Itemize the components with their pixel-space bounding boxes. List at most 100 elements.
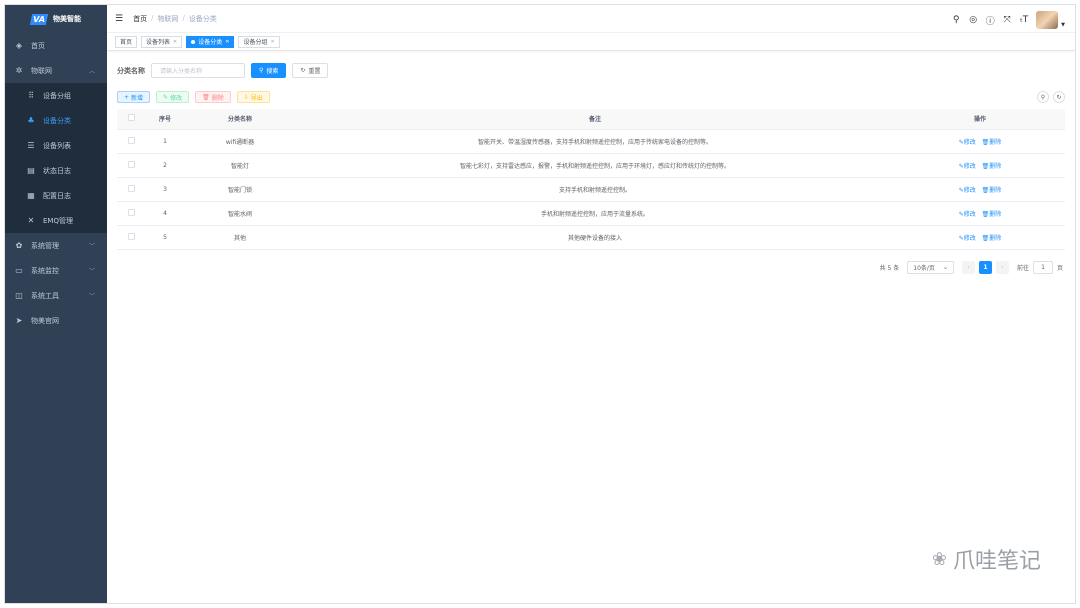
sidebar-item-website[interactable]: ➤ 物美官网 [5,308,107,333]
table-row[interactable]: 1 wifi通断器 智能开关、带温湿度传感器，支持手机和射频遥控控制，应用于传统… [117,129,1065,154]
row-select-cell[interactable] [117,201,145,226]
close-icon[interactable]: ✕ [270,39,274,45]
gear-icon: ✿ [15,241,23,250]
checkbox[interactable] [127,160,135,168]
table-row[interactable]: 5 其他 其他硬件设备的接入 ✎修改 🗑删除 [117,225,1065,250]
row-delete-link[interactable]: 🗑删除 [982,163,1002,170]
sidebar-item-system-tools[interactable]: ◫ 系统工具 ﹀ [5,283,107,308]
close-icon[interactable]: ✕ [225,39,229,45]
export-button-label: 导出 [250,94,263,102]
sidebar-item-config-log[interactable]: ▦ 配置日志 [5,183,107,208]
table-row[interactable]: 4 智能水阀 手机和射频遥控控制，应用于流量系统。 ✎修改 🗑删除 [117,201,1065,226]
search-button[interactable]: ⚲ 搜索 [251,63,287,78]
checkbox[interactable] [127,114,135,122]
row-delete-label: 删除 [989,234,1002,242]
toolbar: + 新增 ✎ 修改 🗑 删除 ⇩ 导出 [117,91,270,103]
breadcrumb-item[interactable]: 首页 [133,14,147,24]
send-icon: ➤ [15,316,23,325]
checkbox[interactable] [127,232,135,240]
sidebar-item-device-category[interactable]: ♣ 设备分类 [5,108,107,133]
sidebar-item-system-monitor[interactable]: ▭ 系统监控 ﹀ [5,258,107,283]
delete-button-label: 删除 [211,94,224,102]
edit-button-label: 修改 [170,94,183,102]
next-page-button[interactable]: › [995,261,1009,274]
add-button-label: 新增 [131,94,144,102]
tag-label: 设备分组 [243,39,268,46]
sidebar-item-device-list[interactable]: ☰ 设备列表 [5,133,107,158]
row-delete-link[interactable]: 🗑删除 [982,235,1002,242]
github-icon[interactable]: ◎ [968,15,978,25]
sidebar-item-emq[interactable]: ✕ EMQ管理 [5,208,107,233]
iot-icon: ✲ [15,66,23,75]
sidebar-item-device-group[interactable]: ⠿ 设备分组 [5,83,107,108]
row-edit-link[interactable]: ✎修改 [959,211,976,218]
export-button[interactable]: ⇩ 导出 [236,91,270,103]
row-edit-link[interactable]: ✎修改 [959,139,976,146]
breadcrumb-item: 物联网 [157,14,179,23]
tag-label: 首页 [120,39,133,46]
toggle-search-icon[interactable]: ⚲ [1037,91,1049,103]
category-table: 序号 分类名称 备注 操作 1 wifi通断器 智能开关、带温湿度传感器，支持手… [117,109,1065,250]
category-name-input[interactable]: 请输入分类名称 [151,63,245,78]
emq-icon: ✕ [27,216,35,225]
table-row[interactable]: 3 智能门锁 支持手机和射频遥控控制。 ✎修改 🗑删除 [117,177,1065,202]
tag-device-list[interactable]: 设备列表 ✕ [141,35,183,48]
row-delete-link[interactable]: 🗑删除 [982,139,1002,146]
edit-button[interactable]: ✎ 修改 [156,91,190,103]
row-delete-link[interactable]: 🗑删除 [982,187,1002,194]
refresh-icon[interactable]: ↻ [1053,91,1065,103]
checkbox[interactable] [127,136,135,144]
row-actions: ✎修改 🗑删除 [895,177,1065,202]
fullscreen-icon[interactable]: ⤧ [1002,15,1012,25]
search-form: 分类名称 请输入分类名称 ⚲ 搜索 ↻ 重置 [117,63,329,78]
chevron-down-icon: ﹀ [88,268,95,275]
search-icon[interactable]: ⚲ [951,15,961,25]
row-select-cell[interactable] [117,177,145,202]
sidebar-item-iot[interactable]: ✲ 物联网 ︿ [5,58,107,83]
sidebar-item-home[interactable]: ◈ 首页 [5,33,107,58]
caret-down-icon[interactable]: ▼ [1061,22,1065,28]
delete-button[interactable]: 🗑 删除 [195,91,231,103]
category-name-label: 分类名称 [117,66,145,75]
row-select-cell[interactable] [117,153,145,178]
help-icon[interactable]: ⓘ [985,14,995,27]
hamburger-icon[interactable]: ☰ [115,14,123,24]
page-number-current[interactable]: 1 [978,261,992,274]
prev-page-button[interactable]: ‹ [961,261,975,274]
table-row[interactable]: 2 智能灯 智能七彩灯，支持雷达感应，报警，手机和射频遥控控制，应用于环境灯，感… [117,153,1065,178]
tag-device-category[interactable]: 设备分类 ✕ [186,35,235,48]
row-edit-link[interactable]: ✎修改 [959,187,976,194]
reset-button[interactable]: ↻ 重置 [292,63,329,78]
sidebar-item-label: 设备分组 [43,91,71,100]
row-actions: ✎修改 🗑删除 [895,201,1065,226]
goto-input[interactable]: 1 [1032,261,1053,274]
tag-home[interactable]: 首页 [115,35,138,48]
select-all-cell[interactable] [117,109,145,130]
tag-device-group[interactable]: 设备分组 ✕ [238,35,280,48]
row-select-cell[interactable] [117,129,145,154]
wechat-icon: ❀ [931,548,947,570]
page-size-select[interactable]: 10条/页 ⌄ [907,261,954,274]
navbar-tools: ⚲ ◎ ⓘ ⤧ ₜT ▼ [951,11,1065,29]
sidebar-item-status-log[interactable]: ▤ 状态日志 [5,158,107,183]
main-area: ☰ 首页 / 物联网 / 设备分类 ⚲ ◎ ⓘ ⤧ ₜT ▼ 首页 设备列表 ✕… [107,5,1075,603]
row-index: 1 [145,129,185,154]
logo[interactable]: VA 物美智能 [5,5,107,33]
row-edit-link[interactable]: ✎修改 [959,163,976,170]
row-actions: ✎修改 🗑删除 [895,129,1065,154]
checkbox[interactable] [127,208,135,216]
sidebar-item-label: 状态日志 [43,166,71,175]
sidebar-item-system-admin[interactable]: ✿ 系统管理 ﹀ [5,233,107,258]
row-delete-label: 删除 [989,210,1002,218]
row-select-cell[interactable] [117,225,145,250]
close-icon[interactable]: ✕ [173,39,177,45]
row-delete-link[interactable]: 🗑删除 [982,211,1002,218]
row-edit-link[interactable]: ✎修改 [959,235,976,242]
row-index: 3 [145,177,185,202]
add-button[interactable]: + 新增 [117,91,151,103]
active-dot-icon [191,39,196,44]
avatar[interactable] [1036,11,1059,29]
watermark: ❀ 爪哇笔记 [932,543,1041,575]
font-size-icon[interactable]: ₜT [1019,15,1029,25]
checkbox[interactable] [127,184,135,192]
